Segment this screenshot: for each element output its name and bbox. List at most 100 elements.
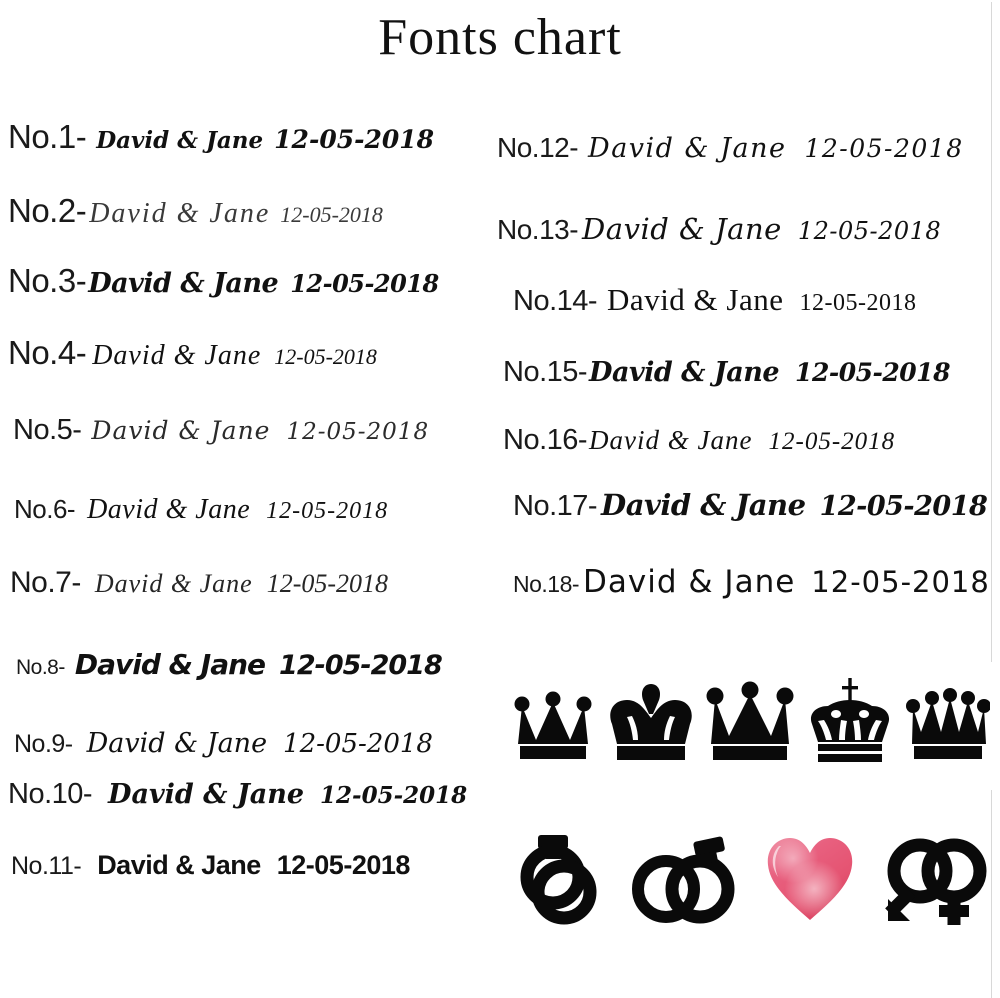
sample-names: David & Jane (89, 198, 271, 229)
font-row-16[interactable]: No.16- David & Jane 12-05-2018 (497, 424, 895, 457)
edge-artifact-upper (991, 2, 992, 662)
sample-names: David & Jane (86, 728, 268, 759)
sample-date: 12-05-2018 (819, 491, 988, 522)
font-row-sample: David & Jane 12-05-2018 (86, 268, 439, 299)
sample-date: 12-05-2018 (797, 217, 942, 245)
crown-tall-three-point-icon[interactable] (705, 678, 795, 766)
font-row-10[interactable]: No.10- David & Jane 12-05-2018 (8, 778, 467, 811)
sample-names: David & Jane (589, 425, 753, 455)
font-row-label: No.13- (497, 214, 579, 245)
wedding-rings-interlocked-icon[interactable] (632, 829, 736, 929)
sample-date: 12-05-2018 (266, 498, 389, 524)
font-row-3[interactable]: No.3- David & Jane 12-05-2018 (8, 262, 439, 300)
sample-date: 12-05-2018 (274, 125, 435, 154)
font-row-13[interactable]: No.13- David & Jane 12-05-2018 (497, 212, 941, 246)
sample-date: 12-05-2018 (274, 344, 377, 369)
sample-date: 12-05-2018 (279, 650, 443, 681)
sample-names: David & Jane (601, 488, 806, 522)
sample-names: David & Jane (607, 282, 784, 317)
font-row-sample: David & Jane 12-05-2018 (81, 569, 388, 599)
font-row-9[interactable]: No.9- David & Jane 12-05-2018 (8, 728, 433, 759)
font-row-sample: David & Jane 12-05-2018 (579, 564, 990, 600)
font-row-5[interactable]: No.5- David & Jane 12-05-2018 (8, 414, 429, 447)
font-row-sample: David & Jane 12-05-2018 (597, 488, 988, 522)
font-row-2[interactable]: No.2- David & Jane 12-05-2018 (8, 192, 383, 230)
font-row-sample: David & Jane 12-05-2018 (587, 357, 950, 388)
font-row-label: No.5- (13, 414, 82, 446)
sample-names: David & Jane (87, 494, 251, 525)
font-row-sample: David & Jane 12-05-2018 (73, 728, 433, 759)
sample-date: 12-05-2018 (286, 419, 430, 445)
sample-date: 12-05-2018 (320, 782, 468, 809)
font-row-17[interactable]: No.17- David & Jane 12-05-2018 (497, 488, 988, 523)
edge-artifact-lower (991, 790, 992, 998)
font-row-7[interactable]: No.7- David & Jane 12-05-2018 (8, 566, 388, 600)
sample-names: David & Jane (582, 212, 782, 246)
font-row-sample: David & Jane 12-05-2018 (86, 340, 377, 372)
font-row-label: No.15- (503, 356, 588, 388)
font-row-sample: David & Jane 12-05-2018 (81, 416, 429, 445)
sample-date: 12-05-2018 (795, 358, 950, 387)
wedding-rings-overlap-icon[interactable] (512, 829, 606, 929)
font-row-label: No.12- (497, 132, 579, 163)
sample-date: 12-05-2018 (811, 565, 990, 599)
font-row-sample: David & Jane 12-05-2018 (86, 125, 434, 154)
sample-names: David & Jane (583, 564, 796, 600)
sample-date: 12-05-2018 (283, 729, 433, 759)
gender-symbols-interlocked-icon[interactable] (884, 829, 988, 929)
font-row-label: No.17- (513, 490, 598, 522)
sample-names: David & Jane (88, 268, 279, 299)
font-row-8[interactable]: No.8- David & Jane 12-05-2018 (8, 648, 443, 681)
font-row-sample: David & Jane 12-05-2018 (92, 779, 467, 810)
font-row-label: No.14- (513, 285, 598, 317)
font-row-label: No.6- (14, 494, 76, 524)
font-row-15[interactable]: No.15- David & Jane 12-05-2018 (497, 356, 950, 389)
font-row-18[interactable]: No.18- David & Jane 12-05-2018 (497, 564, 990, 600)
sample-date: 12-05-2018 (280, 202, 383, 227)
crown-rounded-icon[interactable] (605, 678, 697, 766)
font-row-label: No.16- (503, 424, 588, 456)
font-row-label: No.18- (513, 571, 580, 597)
sample-names: David & Jane (96, 127, 264, 154)
font-row-12[interactable]: No.12- David & Jane 12-05-2018 (497, 132, 964, 164)
font-row-sample: David & Jane 12-05-2018 (587, 425, 895, 456)
font-row-14[interactable]: No.14- David & Jane 12-05-2018 (497, 282, 917, 318)
sample-names: David & Jane (92, 340, 262, 371)
font-row-label: No.9- (14, 730, 73, 758)
font-row-label: No.8- (16, 656, 65, 679)
sample-names: David & Jane (74, 648, 266, 681)
crown-royal-cross-icon[interactable] (804, 676, 896, 768)
font-row-1[interactable]: No.1- David & Jane 12-05-2018 (8, 118, 434, 156)
crown-three-point-icon[interactable] (510, 680, 596, 764)
sample-names: David & Jane (91, 416, 271, 445)
font-row-sample: David & Jane 12-05-2018 (75, 494, 388, 526)
sample-date: 12-05-2018 (290, 269, 439, 298)
font-row-label: No.11- (11, 852, 82, 880)
font-row-label: No.2- (8, 192, 87, 229)
sample-names: David & Jane (108, 779, 305, 810)
heart-watercolor-icon[interactable] (762, 832, 858, 926)
font-row-sample: David & Jane 12-05-2018 (86, 198, 383, 230)
font-row-label: No.4- (8, 334, 87, 371)
crown-five-point-icon[interactable] (904, 680, 990, 764)
font-row-label: No.3- (8, 262, 87, 299)
font-row-11[interactable]: No.11- David & Jane 12-05-2018 (8, 850, 410, 881)
sample-names: David & Jane (588, 133, 787, 164)
font-row-6[interactable]: No.6- David & Jane 12-05-2018 (8, 494, 388, 526)
sample-date: 12-05-2018 (266, 569, 389, 598)
sample-names: David & Jane (589, 357, 780, 388)
symbol-icon-row (512, 826, 988, 932)
font-row-label: No.7- (10, 566, 81, 599)
sample-names: David & Jane (94, 569, 253, 598)
font-row-sample: David & Jane 12-05-2018 (65, 648, 443, 681)
sample-date: 12-05-2018 (768, 428, 896, 455)
font-row-sample: David & Jane 12-05-2018 (81, 850, 410, 881)
crown-icon-row (510, 672, 990, 772)
font-row-sample: David & Jane 12-05-2018 (578, 133, 964, 164)
page-title: Fonts chart (378, 9, 622, 66)
font-row-sample: David & Jane 12-05-2018 (578, 212, 941, 246)
font-row-4[interactable]: No.4- David & Jane 12-05-2018 (8, 334, 377, 372)
fonts-chart-page: Fonts chart No.1- David & Jane 12-05-201… (0, 0, 1000, 998)
font-row-label: No.1- (8, 118, 87, 155)
font-row-sample: David & Jane 12-05-2018 (597, 282, 916, 318)
